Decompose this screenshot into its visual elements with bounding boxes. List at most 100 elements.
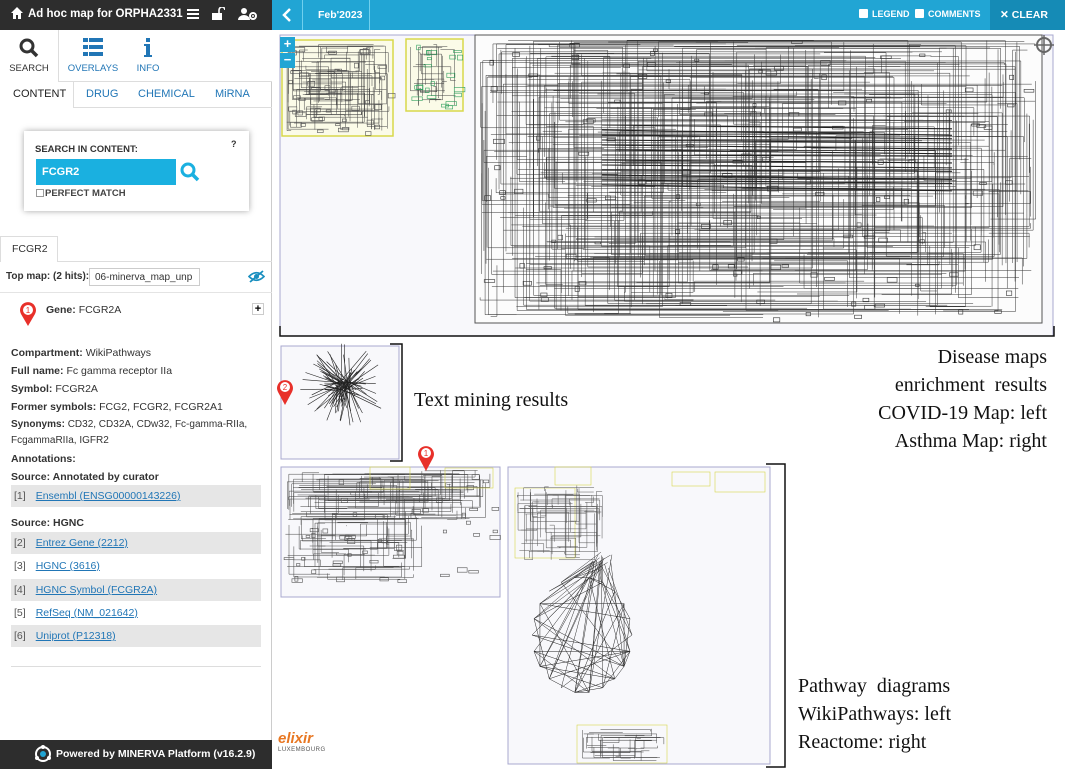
minerva-app: Ad hoc map for ORPHA2331 SEARCH OVERLAYS… bbox=[0, 0, 1065, 769]
annotation-link[interactable]: RefSeq (NM_021642) bbox=[36, 607, 138, 619]
result-tab-fcgr2[interactable]: FCGR2 bbox=[0, 236, 58, 262]
minerva-logo-icon bbox=[35, 745, 51, 762]
text-mining-panel bbox=[280, 345, 400, 460]
annotation-link[interactable]: HGNC (3616) bbox=[36, 560, 100, 572]
tab-info[interactable]: INFO bbox=[126, 30, 170, 82]
expand-button[interactable]: + bbox=[252, 303, 264, 315]
perfect-match-label: PERFECT MATCH bbox=[45, 188, 126, 199]
marker-number: 1 bbox=[424, 449, 429, 458]
annotation-link[interactable]: Ensembl (ENSG00000143226) bbox=[36, 490, 181, 502]
footer: Powered by MINERVA Platform (v16.2.9) bbox=[0, 740, 272, 769]
search-button[interactable] bbox=[180, 162, 200, 187]
field-former-symbols: Former symbols: FCG2, FCGR2, FCGR2A1 bbox=[11, 399, 267, 415]
annotation-row: [1] Ensembl (ENSG00000143226) bbox=[11, 485, 261, 507]
comments-checkbox[interactable] bbox=[915, 9, 924, 18]
tab-overlays-label: OVERLAYS bbox=[67, 63, 119, 74]
top-map-select[interactable]: 06-minerva_map_unp bbox=[89, 268, 200, 286]
subtab-chemical[interactable]: CHEMICAL bbox=[138, 88, 195, 100]
field-key: Synonyms: bbox=[11, 419, 65, 430]
field-key: Annotations: bbox=[11, 453, 76, 465]
caption-line: enrichment results bbox=[894, 374, 1047, 396]
field-annotations: Annotations: bbox=[11, 451, 267, 467]
overlays-icon bbox=[83, 38, 103, 56]
perfect-match-option[interactable]: PERFECT MATCH bbox=[36, 188, 126, 199]
field-symbol: Symbol: FCGR2A bbox=[11, 381, 267, 397]
caption-line: Asthma Map: right bbox=[894, 430, 1047, 452]
help-icon[interactable]: ? bbox=[231, 139, 241, 151]
elixir-logo: elixir LUXEMBOURG bbox=[278, 730, 342, 764]
divider bbox=[11, 666, 261, 667]
gene-name: FCGR2A bbox=[78, 304, 122, 316]
app-title: Ad hoc map for ORPHA2331 bbox=[28, 8, 183, 20]
back-button[interactable] bbox=[272, 0, 303, 30]
legend-label: LEGEND bbox=[872, 9, 910, 19]
annotation-index: [5] bbox=[14, 607, 26, 619]
marker-number: 1 bbox=[26, 306, 31, 315]
legend-checkbox[interactable] bbox=[859, 9, 868, 18]
annotation-index: [2] bbox=[14, 537, 26, 549]
text-mining-caption: Text mining results bbox=[414, 389, 569, 411]
tab-search[interactable]: SEARCH bbox=[0, 30, 59, 82]
search-label: SEARCH IN CONTENT: bbox=[35, 144, 138, 155]
tab-overlays[interactable]: OVERLAYS bbox=[62, 30, 124, 82]
clear-button[interactable]: ✕ CLEAR bbox=[990, 0, 1065, 30]
annotation-row: [6] Uniprot (P12318) bbox=[11, 625, 261, 647]
hide-results-icon[interactable] bbox=[247, 270, 266, 288]
top-bar: Ad hoc map for ORPHA2331 bbox=[0, 0, 272, 30]
caption-line: WikiPathways: left bbox=[798, 703, 952, 725]
annotation-row: [5] RefSeq (NM_021642) bbox=[11, 602, 261, 624]
map-canvas[interactable]: + − 2 1 Disease maps enrichment results … bbox=[272, 30, 1065, 769]
source-hgnc-label: Source: HGNC bbox=[11, 517, 84, 529]
disease-maps-caption: Disease maps enrichment results COVID-19… bbox=[832, 343, 1047, 455]
map-marker-2[interactable]: 2 bbox=[276, 378, 294, 411]
subtab-content[interactable]: CONTENT bbox=[13, 88, 66, 100]
comments-toggle[interactable]: COMMENTS bbox=[915, 9, 981, 19]
annotation-row: [3] HGNC (3616) bbox=[11, 555, 261, 577]
annotation-link[interactable]: HGNC Symbol (FCGR2A) bbox=[36, 584, 157, 596]
field-key: Full name: bbox=[11, 365, 64, 377]
tab-search-label: SEARCH bbox=[9, 63, 49, 74]
home-icon[interactable] bbox=[10, 6, 24, 25]
field-value: WikiPathways bbox=[85, 347, 152, 359]
annotation-link[interactable]: Entrez Gene (2212) bbox=[36, 537, 128, 549]
caption-line: Disease maps bbox=[937, 346, 1047, 368]
tab-info-label: INFO bbox=[136, 63, 160, 74]
gene-title: Gene: FCGR2A bbox=[46, 304, 121, 316]
legend-toggle[interactable]: LEGEND bbox=[859, 9, 910, 19]
elixir-logo-subtext: LUXEMBOURG bbox=[278, 747, 326, 753]
unlock-icon[interactable] bbox=[211, 6, 226, 26]
field-value: FCG2, FCGR2, FCGR2A1 bbox=[99, 401, 223, 413]
elixir-logo-text: elixir bbox=[278, 730, 314, 747]
top-map-label: Top map: (2 hits): bbox=[6, 271, 90, 282]
search-icon bbox=[180, 162, 200, 182]
subtab-drug[interactable]: DRUG bbox=[86, 88, 118, 100]
annotation-index: [4] bbox=[14, 584, 26, 596]
search-icon bbox=[19, 38, 39, 58]
field-synonyms: Synonyms: CD32, CD32A, CDw32, Fc-gamma-R… bbox=[11, 417, 267, 449]
field-value: FCGR2A bbox=[55, 383, 98, 395]
menu-icon[interactable] bbox=[186, 7, 200, 26]
perfect-match-checkbox[interactable] bbox=[36, 189, 44, 197]
footer-text: Powered by MINERVA Platform (v16.2.9) bbox=[56, 748, 256, 760]
asthma-map bbox=[474, 34, 1043, 324]
crosshair-icon[interactable] bbox=[1034, 35, 1054, 60]
zoom-in-button[interactable]: + bbox=[280, 37, 295, 52]
map-toolbar: Feb'2023 LEGEND COMMENTS ✕ CLEAR bbox=[272, 0, 1065, 30]
field-full-name: Full name: Fc gamma receptor IIa bbox=[11, 363, 267, 379]
annotation-index: [6] bbox=[14, 630, 26, 642]
annotation-index: [1] bbox=[14, 490, 26, 502]
left-panel: Ad hoc map for ORPHA2331 SEARCH OVERLAYS… bbox=[0, 0, 272, 769]
field-key: Compartment: bbox=[11, 347, 83, 359]
field-value: Fc gamma receptor IIa bbox=[66, 365, 173, 377]
user-settings-icon[interactable] bbox=[238, 7, 258, 26]
zoom-out-button[interactable]: − bbox=[280, 53, 295, 68]
map-marker-icon: 1 bbox=[19, 301, 37, 332]
marker-number: 2 bbox=[283, 383, 288, 392]
map-version[interactable]: Feb'2023 bbox=[304, 0, 370, 30]
search-input[interactable]: FCGR2 bbox=[36, 159, 176, 185]
close-icon: ✕ bbox=[1000, 9, 1009, 21]
map-marker-1[interactable]: 1 bbox=[417, 444, 435, 477]
subtab-mirna[interactable]: MiRNA bbox=[215, 88, 250, 100]
clear-label: CLEAR bbox=[1011, 9, 1048, 21]
annotation-link[interactable]: Uniprot (P12318) bbox=[36, 630, 116, 642]
